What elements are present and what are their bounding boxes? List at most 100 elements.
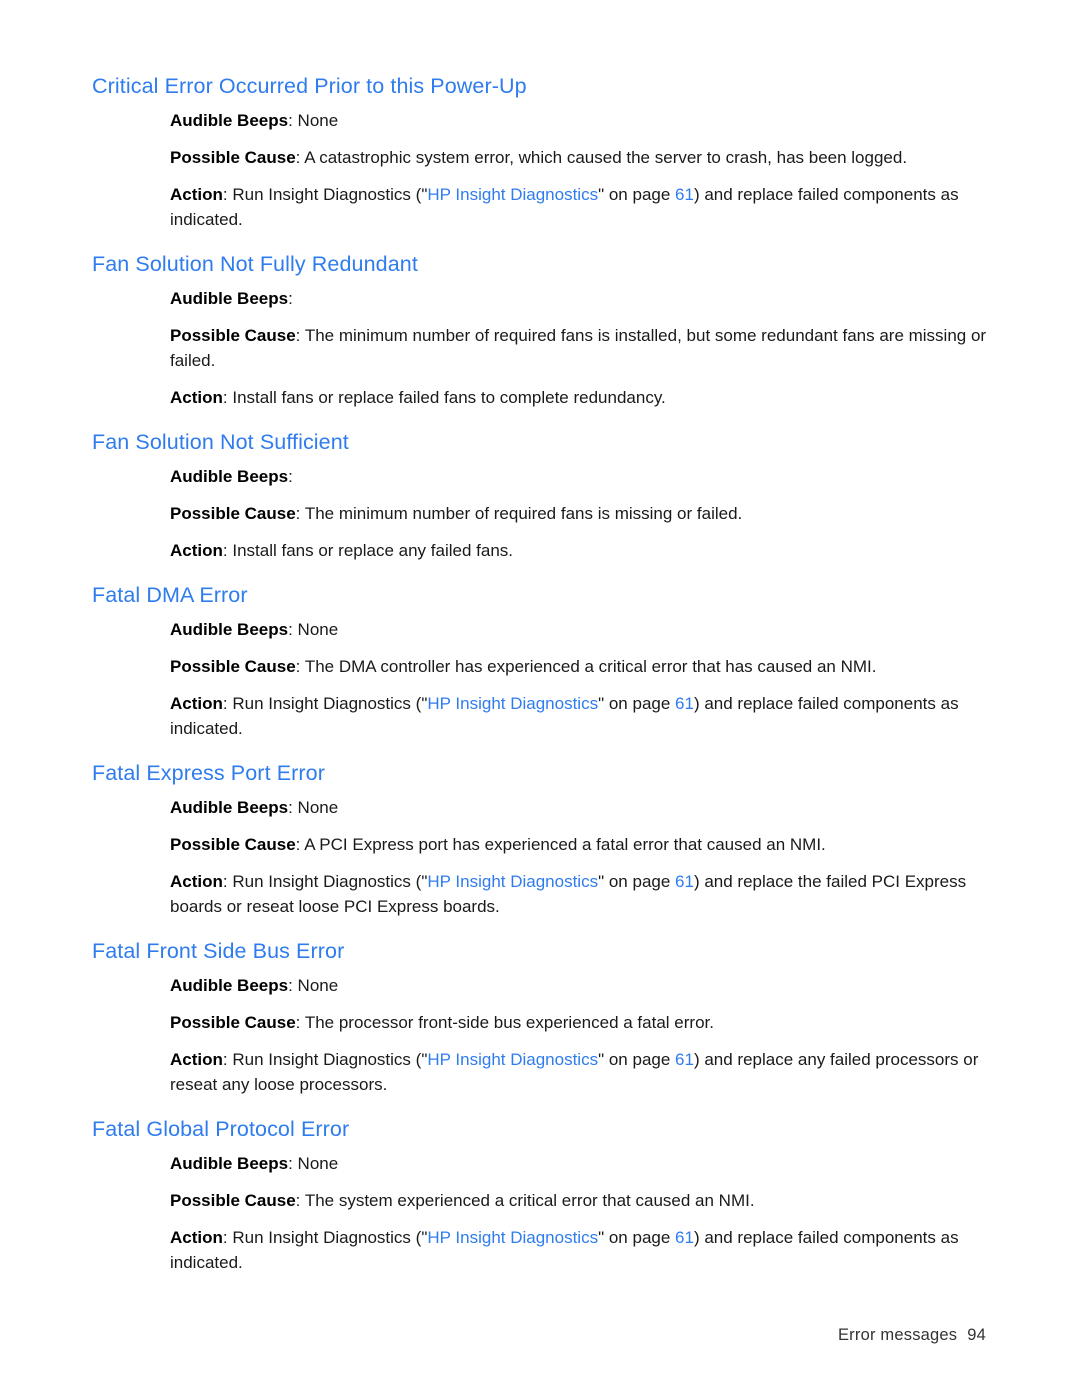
link-page-number[interactable]: 61 — [675, 1228, 694, 1247]
action-text-prefix: Run Insight Diagnostics — [232, 1228, 416, 1247]
section-body: Audible Beeps: None Possible Cause: The p… — [170, 973, 988, 1097]
possible-cause-value: The minimum number of required fans is m… — [304, 504, 743, 523]
field-separator: : — [222, 694, 233, 713]
audible-beeps-label: Audible Beeps — [170, 1154, 289, 1173]
link-page-number[interactable]: 61 — [675, 694, 694, 713]
audible-beeps-field: Audible Beeps: None — [170, 795, 988, 820]
quote-open: (" — [415, 185, 428, 204]
page-footer: Error messages 94 — [0, 1326, 1080, 1345]
audible-beeps-field: Audible Beeps: None — [170, 973, 988, 998]
section-heading: Fan Solution Not Fully Redundant — [92, 252, 418, 276]
field-separator: : — [288, 289, 293, 308]
section-heading: Fatal DMA Error — [92, 583, 248, 607]
field-separator: : — [222, 185, 233, 204]
section-body: Audible Beeps: Possible Cause: The minimu… — [170, 464, 988, 563]
link-page-number[interactable]: 61 — [675, 1050, 694, 1069]
audible-beeps-label: Audible Beeps — [170, 467, 289, 486]
quote-open: (" — [415, 872, 428, 891]
section-heading: Fan Solution Not Sufficient — [92, 430, 349, 454]
possible-cause-field: Possible Cause: A PCI Express port has e… — [170, 832, 988, 857]
action-label: Action — [170, 1228, 223, 1247]
action-label: Action — [170, 694, 223, 713]
section-heading: Fatal Front Side Bus Error — [92, 939, 345, 963]
audible-beeps-value: None — [297, 111, 339, 130]
link-hp-insight-diagnostics[interactable]: HP Insight Diagnostics — [427, 185, 598, 204]
link-hp-insight-diagnostics[interactable]: HP Insight Diagnostics — [427, 694, 598, 713]
possible-cause-label: Possible Cause — [170, 835, 296, 854]
field-separator: : — [295, 1191, 305, 1210]
error-message-section: Fatal Front Side Bus Error Audible Beeps:… — [92, 937, 988, 1097]
action-text-prefix: Run Insight Diagnostics — [232, 694, 416, 713]
page-content: Critical Error Occurred Prior to this Po… — [92, 72, 988, 1293]
action-label: Action — [170, 185, 223, 204]
error-message-section: Fatal Global Protocol Error Audible Beeps… — [92, 1115, 988, 1275]
field-separator: : — [222, 541, 233, 560]
possible-cause-label: Possible Cause — [170, 1191, 296, 1210]
possible-cause-field: Possible Cause: The processor front-side… — [170, 1010, 988, 1035]
error-message-section: Fan Solution Not Fully Redundant Audible … — [92, 250, 988, 410]
audible-beeps-value: None — [297, 798, 339, 817]
action-label: Action — [170, 541, 223, 560]
audible-beeps-label: Audible Beeps — [170, 976, 289, 995]
action-field: Action: Run Insight Diagnostics ("HP Ins… — [170, 869, 988, 919]
field-separator: : — [295, 148, 305, 167]
link-page-number[interactable]: 61 — [675, 185, 694, 204]
possible-cause-label: Possible Cause — [170, 148, 296, 167]
error-message-section: Critical Error Occurred Prior to this Po… — [92, 72, 988, 232]
field-separator: : — [295, 504, 305, 523]
field-separator: : — [295, 326, 305, 345]
action-text-prefix: Run Insight Diagnostics — [232, 872, 416, 891]
document-page: Critical Error Occurred Prior to this Po… — [0, 0, 1080, 1397]
audible-beeps-label: Audible Beeps — [170, 798, 289, 817]
action-text-prefix: Run Insight Diagnostics — [232, 1050, 416, 1069]
audible-beeps-field: Audible Beeps: None — [170, 1151, 988, 1176]
field-separator: : — [288, 467, 293, 486]
possible-cause-label: Possible Cause — [170, 326, 296, 345]
audible-beeps-value: None — [297, 976, 339, 995]
footer-section-label: Error messages — [837, 1326, 958, 1344]
possible-cause-field: Possible Cause: The DMA controller has e… — [170, 654, 988, 679]
audible-beeps-value: None — [297, 620, 339, 639]
error-message-section: Fan Solution Not Sufficient Audible Beeps… — [92, 428, 988, 563]
possible-cause-field: Possible Cause: The minimum number of re… — [170, 501, 988, 526]
section-heading: Fatal Global Protocol Error — [92, 1117, 350, 1141]
action-field: Action: Run Insight Diagnostics ("HP Ins… — [170, 182, 988, 232]
action-field: Action: Install fans or replace failed f… — [170, 385, 988, 410]
action-field: Action: Run Insight Diagnostics ("HP Ins… — [170, 1225, 988, 1275]
action-label: Action — [170, 1050, 223, 1069]
possible-cause-value: A PCI Express port has experienced a fat… — [304, 835, 826, 854]
possible-cause-field: Possible Cause: The minimum number of re… — [170, 323, 988, 373]
possible-cause-value: The system experienced a critical error … — [304, 1191, 755, 1210]
section-body: Audible Beeps: None Possible Cause: A PCI… — [170, 795, 988, 919]
quote-open: (" — [415, 1050, 428, 1069]
audible-beeps-label: Audible Beeps — [170, 620, 289, 639]
possible-cause-field: Possible Cause: A catastrophic system er… — [170, 145, 988, 170]
link-hp-insight-diagnostics[interactable]: HP Insight Diagnostics — [427, 1050, 598, 1069]
audible-beeps-label: Audible Beeps — [170, 289, 289, 308]
action-field: Action: Run Insight Diagnostics ("HP Ins… — [170, 691, 988, 741]
action-text-prefix: Install fans or replace any failed fans. — [232, 541, 514, 560]
field-separator: : — [295, 835, 305, 854]
field-separator: : — [288, 620, 298, 639]
possible-cause-label: Possible Cause — [170, 657, 296, 676]
possible-cause-value: The processor front-side bus experienced… — [304, 1013, 714, 1032]
possible-cause-value: The DMA controller has experienced a cri… — [304, 657, 877, 676]
quote-open: (" — [415, 694, 428, 713]
quote-close-on-page: " on page — [598, 694, 676, 713]
section-heading: Fatal Express Port Error — [92, 761, 325, 785]
audible-beeps-label: Audible Beeps — [170, 111, 289, 130]
error-message-section: Fatal Express Port Error Audible Beeps: N… — [92, 759, 988, 919]
action-field: Action: Run Insight Diagnostics ("HP Ins… — [170, 1047, 988, 1097]
field-separator: : — [295, 657, 305, 676]
section-body: Audible Beeps: None Possible Cause: The D… — [170, 617, 988, 741]
link-hp-insight-diagnostics[interactable]: HP Insight Diagnostics — [427, 1228, 598, 1247]
link-hp-insight-diagnostics[interactable]: HP Insight Diagnostics — [427, 872, 598, 891]
audible-beeps-field: Audible Beeps: — [170, 464, 988, 489]
section-body: Audible Beeps: None Possible Cause: A cat… — [170, 108, 988, 232]
audible-beeps-field: Audible Beeps: None — [170, 108, 988, 133]
field-separator: : — [288, 976, 298, 995]
audible-beeps-value: None — [297, 1154, 339, 1173]
possible-cause-label: Possible Cause — [170, 1013, 296, 1032]
field-separator: : — [288, 111, 298, 130]
link-page-number[interactable]: 61 — [675, 872, 694, 891]
